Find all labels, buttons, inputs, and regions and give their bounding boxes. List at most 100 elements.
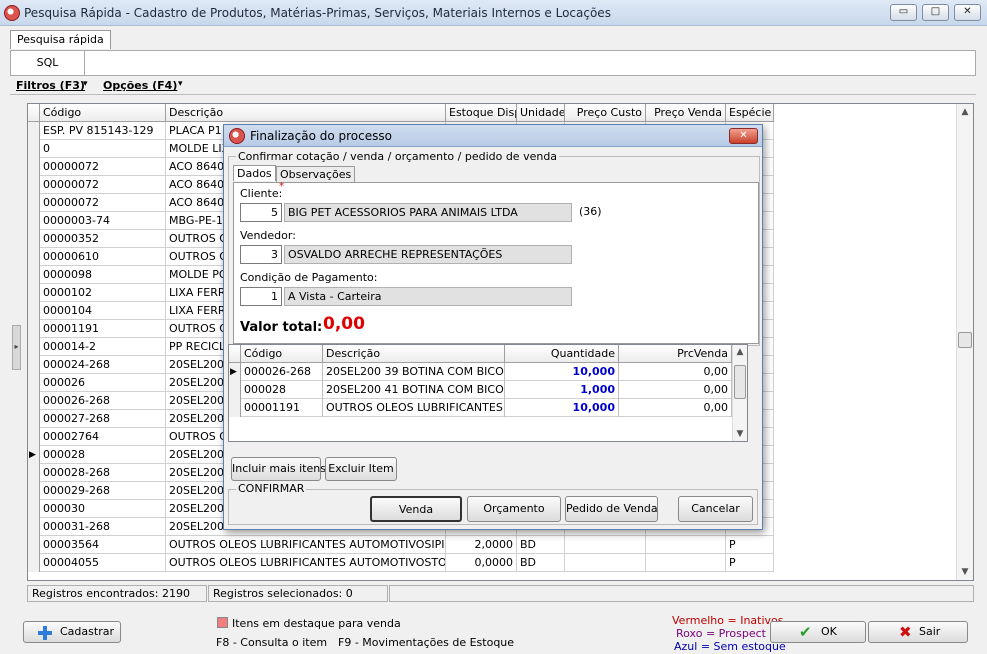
grid-cell[interactable]: 0 [40, 140, 166, 158]
grid-cell[interactable]: 000026 [40, 374, 166, 392]
items-header-cell[interactable]: Descrição [323, 345, 505, 363]
grid-cell[interactable]: 000028-268 [40, 464, 166, 482]
grid-cell[interactable]: 0000098 [40, 266, 166, 284]
row-indicator[interactable] [28, 212, 40, 230]
grid-cell[interactable]: 000028 [40, 446, 166, 464]
row-indicator[interactable] [28, 194, 40, 212]
row-indicator[interactable] [28, 518, 40, 536]
items-header-cell[interactable]: PrcVenda [619, 345, 732, 363]
row-indicator[interactable] [28, 392, 40, 410]
grid-cell[interactable]: 00000352 [40, 230, 166, 248]
current-item-pointer-icon[interactable]: ▶ [229, 363, 241, 381]
dialog-close-button[interactable]: ✕ [729, 128, 758, 144]
row-indicator[interactable] [28, 122, 40, 140]
grid-cell[interactable]: 0000003-74 [40, 212, 166, 230]
seller-code-input[interactable]: 3 [240, 245, 282, 264]
tab-dados[interactable]: Dados [233, 165, 276, 181]
grid-cell[interactable]: BD [517, 554, 565, 572]
filters-menu[interactable]: Filtros (F3) [16, 79, 85, 92]
row-indicator[interactable] [28, 500, 40, 518]
items-cell[interactable]: OUTROS OLEOS LUBRIFICANTES A [323, 399, 505, 417]
grid-cell[interactable]: BD [517, 536, 565, 554]
items-header-cell[interactable]: Código [241, 345, 323, 363]
grid-scrollbar[interactable]: ▲ ▼ [956, 104, 973, 580]
exit-button[interactable]: ✖ Sair [868, 621, 968, 643]
current-row-pointer-icon[interactable]: ▶ [28, 446, 40, 464]
grid-cell[interactable]: 00002764 [40, 428, 166, 446]
grid-cell[interactable]: 00001191 [40, 320, 166, 338]
row-indicator[interactable] [28, 248, 40, 266]
row-indicator[interactable] [28, 410, 40, 428]
row-indicator[interactable] [28, 140, 40, 158]
side-panel-toggle[interactable]: ▸ [12, 325, 21, 370]
grid-cell[interactable] [646, 554, 726, 572]
grid-cell[interactable]: 00000072 [40, 158, 166, 176]
items-header-cell[interactable]: Quantidade [505, 345, 619, 363]
items-cell[interactable]: 0,00 [619, 363, 732, 381]
grid-header-cell[interactable]: Preço Custo [565, 104, 646, 122]
quote-button[interactable]: Orçamento [467, 496, 561, 522]
grid-header-cell[interactable]: Preço Venda [646, 104, 726, 122]
items-cell[interactable]: 00001191 [241, 399, 323, 417]
grid-cell[interactable]: 000031-268 [40, 518, 166, 536]
close-button[interactable]: ✕ [954, 4, 981, 21]
items-scroll-thumb[interactable] [734, 365, 746, 399]
options-dropdown-icon[interactable]: ▾ [178, 79, 183, 89]
row-indicator[interactable] [28, 464, 40, 482]
row-indicator[interactable] [28, 428, 40, 446]
grid-cell[interactable]: 0000102 [40, 284, 166, 302]
items-cell[interactable]: 000028 [241, 381, 323, 399]
grid-cell[interactable]: 000014-2 [40, 338, 166, 356]
grid-cell[interactable]: 000027-268 [40, 410, 166, 428]
maximize-button[interactable]: □ [922, 4, 949, 21]
row-indicator[interactable] [28, 284, 40, 302]
row-indicator[interactable] [28, 176, 40, 194]
items-row[interactable]: 00001191 OUTROS OLEOS LUBRIFICANTES A 10,0… [229, 399, 732, 417]
items-cell[interactable]: 10,000 [505, 363, 619, 381]
client-code-input[interactable]: 5 [240, 203, 282, 222]
row-indicator[interactable] [28, 554, 40, 572]
grid-cell[interactable]: 000026-268 [40, 392, 166, 410]
add-items-button[interactable]: Incluir mais itens [231, 457, 326, 481]
row-indicator[interactable] [28, 266, 40, 284]
grid-cell[interactable] [565, 536, 646, 554]
table-row[interactable]: 00003564 OUTROS OLEOS LUBRIFICANTES AUTOM… [28, 536, 774, 554]
grid-cell[interactable]: P [726, 554, 774, 572]
grid-cell[interactable]: P [726, 536, 774, 554]
grid-header-cell[interactable]: Descrição [166, 104, 446, 122]
items-cell[interactable]: 0,00 [619, 381, 732, 399]
grid-header-cell[interactable]: Estoque Disp. [446, 104, 517, 122]
items-row-indicator[interactable] [229, 399, 241, 417]
grid-cell[interactable] [646, 536, 726, 554]
scroll-down-icon[interactable]: ▼ [957, 564, 973, 580]
filters-dropdown-icon[interactable]: ▾ [83, 79, 88, 89]
grid-header-cell[interactable]: Unidade [517, 104, 565, 122]
row-indicator[interactable] [28, 374, 40, 392]
row-indicator[interactable] [28, 230, 40, 248]
tab-quick-search[interactable]: Pesquisa rápida [10, 30, 111, 49]
grid-cell[interactable]: 000030 [40, 500, 166, 518]
grid-cell[interactable]: 2,0000 [446, 536, 517, 554]
items-cell[interactable]: 20SEL200 41 BOTINA COM BICO CA [323, 381, 505, 399]
grid-cell[interactable]: OUTROS OLEOS LUBRIFICANTES AUTOMOTIVOSTO… [166, 554, 446, 572]
items-cell[interactable]: 000026-268 [241, 363, 323, 381]
grid-cell[interactable]: 00000072 [40, 176, 166, 194]
grid-cell[interactable]: 00000610 [40, 248, 166, 266]
sale-button[interactable]: Venda [370, 496, 462, 522]
grid-cell[interactable]: 0000104 [40, 302, 166, 320]
items-row-indicator[interactable] [229, 381, 241, 399]
cancel-button[interactable]: Cancelar [678, 496, 753, 522]
grid-cell[interactable]: 00004055 [40, 554, 166, 572]
table-row[interactable]: 00004055 OUTROS OLEOS LUBRIFICANTES AUTOM… [28, 554, 774, 572]
row-indicator[interactable] [28, 356, 40, 374]
ok-button[interactable]: ✔ OK [770, 621, 866, 643]
items-scrollbar[interactable]: ▲ ▼ [732, 345, 747, 441]
grid-cell[interactable] [565, 554, 646, 572]
grid-header-cell[interactable]: Espécie [726, 104, 774, 122]
items-scroll-up-icon[interactable]: ▲ [733, 345, 747, 359]
sales-order-button[interactable]: Pedido de Venda [565, 496, 658, 522]
row-indicator[interactable] [28, 158, 40, 176]
options-menu[interactable]: Opções (F4) [103, 79, 177, 92]
minimize-button[interactable]: ▭ [890, 4, 917, 21]
register-button[interactable]: Cadastrar [23, 621, 121, 643]
